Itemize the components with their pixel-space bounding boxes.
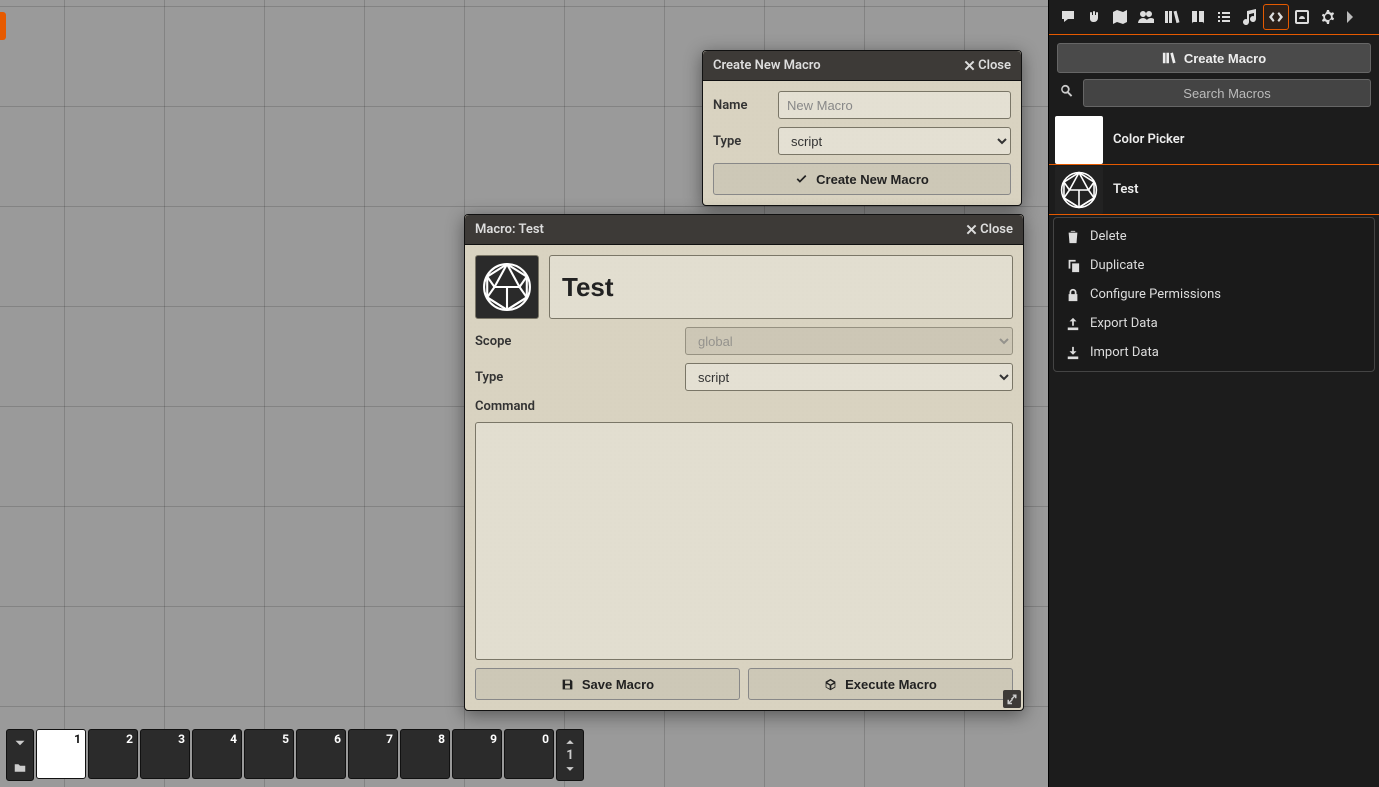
tab-compendium[interactable]	[1289, 4, 1315, 30]
close-icon	[964, 60, 975, 71]
hotbar-slot-1[interactable]: 1	[36, 729, 86, 779]
macro-thumb	[1055, 116, 1103, 164]
hotbar-slot-7[interactable]: 7	[348, 729, 398, 779]
books-icon	[1162, 51, 1176, 65]
type-select[interactable]: script	[685, 363, 1013, 391]
macro-name-input[interactable]	[549, 255, 1013, 319]
save-icon	[561, 678, 574, 691]
hotbar: 1 2 3 4 5 6 7 8 9 0 1	[6, 729, 584, 781]
hotbar-slot-3[interactable]: 3	[140, 729, 190, 779]
scope-select: global	[685, 327, 1013, 355]
ctx-permissions[interactable]: Configure Permissions	[1054, 280, 1374, 309]
hotbar-page[interactable]: 1	[556, 729, 584, 781]
macro-item-test[interactable]: Test	[1049, 165, 1379, 215]
scope-label: Scope	[475, 334, 675, 349]
tab-scenes[interactable]	[1107, 4, 1133, 30]
hotbar-slot-8[interactable]: 8	[400, 729, 450, 779]
caret-down-icon	[14, 737, 26, 749]
tab-macros[interactable]	[1263, 4, 1289, 30]
hotbar-slot-0[interactable]: 0	[504, 729, 554, 779]
hotbar-slot-9[interactable]: 9	[452, 729, 502, 779]
trash-icon	[1066, 230, 1080, 244]
sidebar-tabs	[1049, 0, 1379, 35]
command-label: Command	[475, 399, 1013, 414]
name-input[interactable]	[778, 91, 1011, 119]
search-icon	[1057, 84, 1077, 102]
create-macro-label: Create Macro	[1184, 51, 1266, 66]
hotbar-controls[interactable]	[6, 729, 34, 781]
hotbar-slot-4[interactable]: 4	[192, 729, 242, 779]
dice-icon	[824, 678, 837, 691]
type-label: Type	[713, 134, 768, 149]
folder-icon	[14, 762, 26, 774]
import-icon	[1066, 346, 1080, 360]
hotbar-slot-2[interactable]: 2	[88, 729, 138, 779]
ctx-delete[interactable]: Delete	[1054, 222, 1374, 251]
macro-item-color-picker[interactable]: Color Picker	[1049, 115, 1379, 165]
resize-handle[interactable]	[1003, 690, 1021, 708]
tab-combat[interactable]	[1081, 4, 1107, 30]
tab-actors[interactable]	[1133, 4, 1159, 30]
export-icon	[1066, 317, 1080, 331]
macro-label: Test	[1113, 182, 1138, 197]
tab-tables[interactable]	[1211, 4, 1237, 30]
expand-icon	[1006, 693, 1018, 705]
save-macro-button[interactable]: Save Macro	[475, 668, 740, 700]
create-new-macro-button[interactable]: Create New Macro	[713, 163, 1011, 195]
tab-items[interactable]	[1159, 4, 1185, 30]
d20-icon	[482, 262, 532, 312]
close-button[interactable]: Close	[964, 58, 1011, 73]
command-textarea[interactable]	[475, 422, 1013, 660]
ctx-duplicate[interactable]: Duplicate	[1054, 251, 1374, 280]
copy-icon	[1066, 259, 1080, 273]
close-button[interactable]: Close	[966, 222, 1013, 237]
hotbar-slot-5[interactable]: 5	[244, 729, 294, 779]
tab-playlists[interactable]	[1237, 4, 1263, 30]
ctx-export[interactable]: Export Data	[1054, 309, 1374, 338]
type-label: Type	[475, 370, 675, 385]
create-macro-window: Create New Macro Close Name Type script …	[702, 50, 1022, 206]
sidebar-collapse[interactable]	[1341, 4, 1359, 30]
tab-chat[interactable]	[1055, 4, 1081, 30]
check-icon	[795, 173, 808, 186]
hotbar-slot-6[interactable]: 6	[296, 729, 346, 779]
caret-up-icon	[565, 737, 575, 747]
window-titlebar[interactable]: Macro: Test Close	[465, 215, 1023, 245]
tab-settings[interactable]	[1315, 4, 1341, 30]
scene-tab-edge[interactable]	[0, 12, 6, 40]
window-title: Macro: Test	[475, 222, 544, 237]
window-title: Create New Macro	[713, 58, 821, 73]
execute-macro-button[interactable]: Execute Macro	[748, 668, 1013, 700]
close-icon	[966, 224, 977, 235]
ctx-import[interactable]: Import Data	[1054, 338, 1374, 367]
window-titlebar[interactable]: Create New Macro Close	[703, 51, 1021, 81]
d20-icon	[1060, 171, 1098, 209]
tab-journal[interactable]	[1185, 4, 1211, 30]
lock-icon	[1066, 288, 1080, 302]
macro-editor-window: Macro: Test Close Scope global Type scri…	[464, 214, 1024, 711]
macro-list: Color Picker Test	[1049, 115, 1379, 215]
macro-label: Color Picker	[1113, 132, 1184, 147]
context-menu: Delete Duplicate Configure Permissions E…	[1053, 217, 1375, 372]
macro-image[interactable]	[475, 255, 539, 319]
sidebar: Create Macro Color Picker Test Delete Du…	[1048, 0, 1379, 787]
caret-down-icon	[565, 764, 575, 774]
type-select[interactable]: script	[778, 127, 1011, 155]
create-macro-button[interactable]: Create Macro	[1057, 43, 1371, 73]
macro-thumb	[1055, 166, 1103, 214]
search-macros-input[interactable]	[1083, 79, 1371, 107]
name-label: Name	[713, 98, 768, 113]
